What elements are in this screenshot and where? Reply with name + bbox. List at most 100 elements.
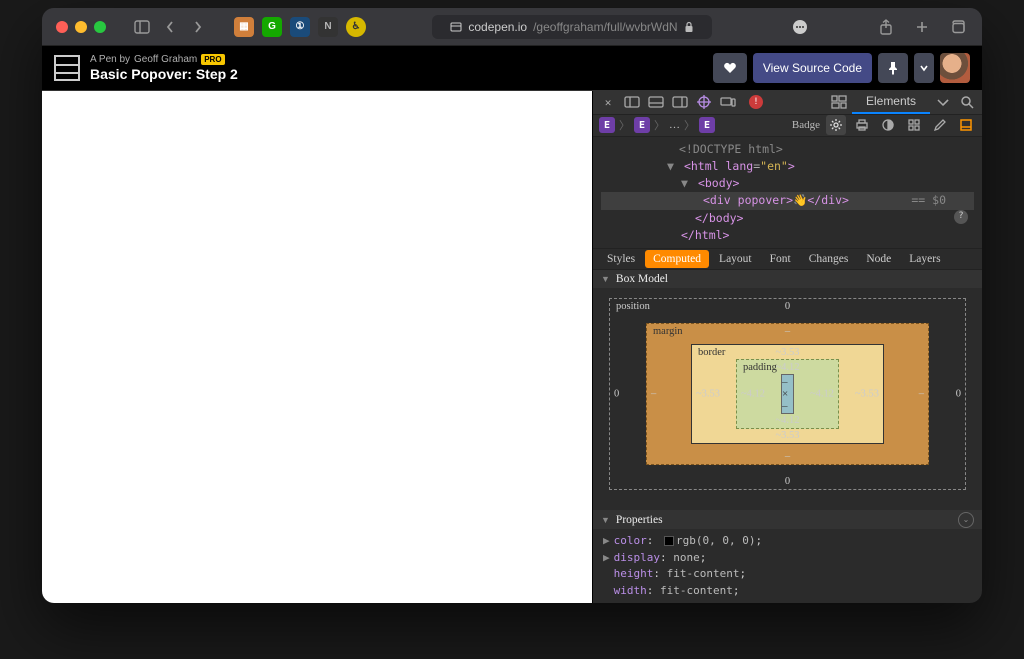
bm-padding-right: ~4.12 [810,389,834,400]
more-panels-icon[interactable] [932,91,954,113]
elements-tab[interactable]: Elements [852,91,930,114]
codepen-logo[interactable] [54,55,80,81]
extension-icon-accessibility[interactable]: ♿︎ [346,17,366,37]
dom-row-body[interactable]: ▼ <body> [601,175,974,192]
devtools-toolbar: ✕ ! Elements [593,91,982,115]
dock-bottom-icon[interactable] [645,91,667,113]
dom-row-body-close[interactable]: </body> [601,210,974,227]
dock-left-icon[interactable] [621,91,643,113]
site-settings-icon [450,21,462,33]
maximize-window-button[interactable] [94,21,106,33]
devtools-crumb-row: E 〉 E 〉 … 〉 E Badge [593,115,982,137]
share-icon[interactable] [876,17,896,37]
dom-row-html-close[interactable]: </html> [601,227,974,244]
browser-window: ▦ G ① N ♿︎ codepen.io/geoffgraham/full/w… [42,8,982,603]
forward-button[interactable] [188,17,208,37]
url-path: /geoffgraham/full/wvbrWdN [533,20,678,34]
crumb-badge-e[interactable]: E [699,117,715,133]
crumb-arrow-icon: 〉 [619,117,630,133]
panel-dashboard-icon[interactable] [828,91,850,113]
bm-position-top: 0 [785,301,790,312]
byline-prefix: A Pen by [90,54,130,66]
tab-font[interactable]: Font [762,250,799,268]
tab-node[interactable]: Node [858,250,899,268]
element-picker-icon[interactable] [693,91,715,113]
error-badge[interactable]: ! [749,95,763,109]
extension-icon-grammarly[interactable]: G [262,17,282,37]
box-model-diagram[interactable]: position 0 0 0 0 margin – – – – border [593,288,982,510]
pin-button[interactable] [878,53,908,83]
minimize-window-button[interactable] [75,21,87,33]
love-button[interactable] [713,53,747,83]
pen-byline: A Pen by Geoff Graham PRO [90,54,238,66]
badge-menu-label[interactable]: Badge [792,119,820,131]
tab-layers[interactable]: Layers [901,250,948,268]
tab-changes[interactable]: Changes [801,250,857,268]
bm-position-right: 0 [956,389,961,400]
crumb-badge-e[interactable]: E [634,117,650,133]
pro-badge: PRO [201,54,224,66]
page-menu-icon[interactable] [790,17,810,37]
devtools-pane: ✕ ! Elements E 〉 E 〉 … 〉 [592,91,982,603]
byline-author[interactable]: Geoff Graham [134,54,197,66]
bm-margin-left: – [651,389,656,400]
close-window-button[interactable] [56,21,68,33]
url-bar[interactable]: codepen.io/geoffgraham/full/wvbrWdN [432,15,712,39]
property-row[interactable]: ▶display: none; [603,550,972,567]
crumb-ellipsis[interactable]: … [669,119,680,131]
new-tab-icon[interactable] [912,17,932,37]
contrast-icon[interactable] [878,115,898,135]
help-icon[interactable]: ? [954,210,968,224]
bm-border-right: ~3.53 [855,389,879,400]
tab-layout[interactable]: Layout [711,250,760,268]
pen-title: Basic Popover: Step 2 [90,66,238,83]
tab-computed[interactable]: Computed [645,250,709,268]
preview-pane[interactable] [42,91,592,603]
bm-border-left: ~3.53 [696,389,720,400]
dock-right-icon[interactable] [669,91,691,113]
property-row[interactable]: ▶width: fit-content; [603,583,972,600]
dom-tree[interactable]: <!DOCTYPE html> ▼ <html lang="en"> ▼ <bo… [593,137,982,250]
crumb-badge-e[interactable]: E [599,117,615,133]
dom-row-doctype[interactable]: <!DOCTYPE html> [601,141,974,158]
lock-icon [684,21,694,33]
print-icon[interactable] [852,115,872,135]
search-icon[interactable] [956,91,978,113]
edit-icon[interactable] [930,115,950,135]
device-mode-icon[interactable] [717,91,739,113]
dom-row-html[interactable]: ▼ <html lang="en"> [601,158,974,175]
property-row[interactable]: ▶height: fit-content; [603,566,972,583]
bm-label-padding: padding [743,362,777,373]
crumb-arrow-icon: 〉 [654,117,665,133]
tab-overview-icon[interactable] [948,17,968,37]
properties-section-header[interactable]: ▼ Properties ⌄ [593,510,982,529]
view-source-button[interactable]: View Source Code [753,53,872,83]
bm-label-position: position [616,301,650,312]
styles-subtabs: Styles Computed Layout Font Changes Node… [593,249,982,269]
extension-icon[interactable]: ▦ [234,17,254,37]
sidebar-toggle-icon[interactable] [132,17,152,37]
bm-margin-bottom: – [785,451,790,462]
bm-margin-top: – [785,326,790,337]
bm-border-top: ~3.53 [775,347,799,358]
grid-icon[interactable] [904,115,924,135]
tab-styles[interactable]: Styles [599,250,643,268]
extension-icon-1password[interactable]: ① [290,17,310,37]
avatar[interactable] [940,53,970,83]
more-menu-button[interactable] [914,53,934,83]
box-model-title: Box Model [616,273,668,285]
layout-panel-icon[interactable] [956,115,976,135]
box-model-section-header[interactable]: ▼ Box Model [593,270,982,289]
bm-border-bottom: ~3.53 [775,430,799,441]
filter-icon[interactable]: ⌄ [958,512,974,528]
browser-toolbar: ▦ G ① N ♿︎ codepen.io/geoffgraham/full/w… [42,8,982,46]
dom-row-selected[interactable]: <div popover>👋</div>== $0? [601,192,974,209]
close-devtools-icon[interactable]: ✕ [597,91,619,113]
gear-icon[interactable] [826,115,846,135]
bm-padding-left: ~4.12 [741,389,765,400]
back-button[interactable] [160,17,180,37]
extension-icon-notion[interactable]: N [318,17,338,37]
property-row[interactable]: ▶color: rgb(0, 0, 0); [603,533,972,550]
traffic-lights [56,21,106,33]
bm-position-left: 0 [614,389,619,400]
